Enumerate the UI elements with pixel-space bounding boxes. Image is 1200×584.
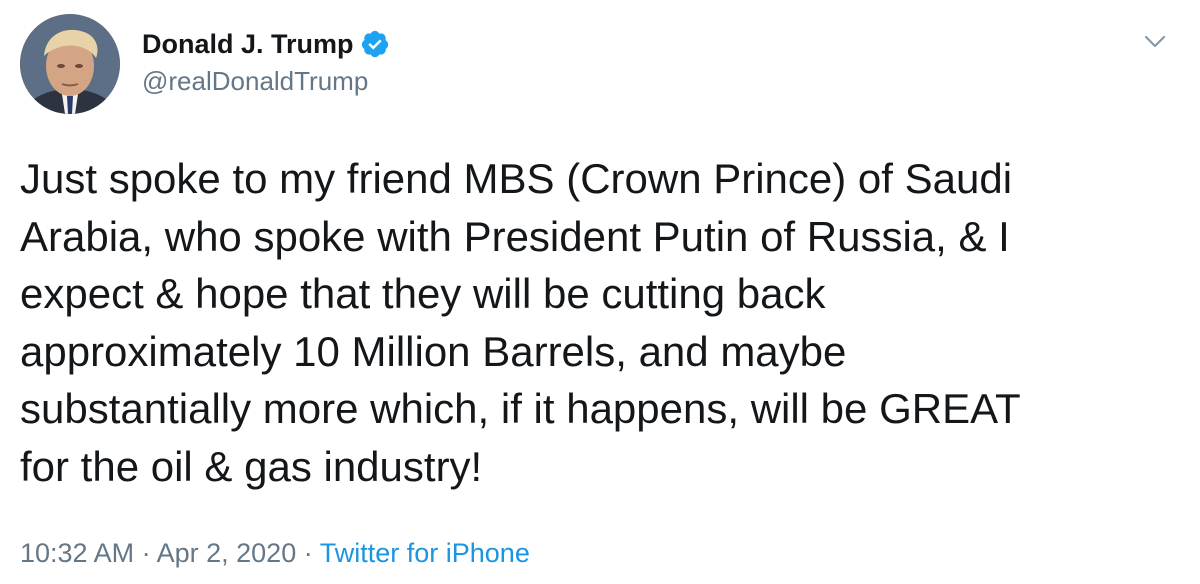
tweet-text: Just spoke to my friend MBS (Crown Princ…	[20, 155, 1021, 490]
tweet-meta: 10:32 AM · Apr 2, 2020 · Twitter for iPh…	[20, 538, 530, 569]
chevron-down-icon[interactable]	[1140, 26, 1170, 56]
tweet-card: Donald J. Trump @realDonaldTrump Just sp…	[0, 0, 1200, 584]
display-name[interactable]: Donald J. Trump	[142, 29, 354, 60]
avatar-image	[20, 14, 120, 114]
meta-separator: ·	[303, 538, 313, 568]
handle[interactable]: @realDonaldTrump	[142, 66, 368, 97]
tweet-date[interactable]: Apr 2, 2020	[157, 538, 297, 568]
tweet-time[interactable]: 10:32 AM	[20, 538, 134, 568]
tweet-source-link[interactable]: Twitter for iPhone	[320, 538, 530, 568]
avatar[interactable]	[20, 14, 120, 114]
verified-badge-icon	[360, 29, 390, 59]
author-name-row[interactable]: Donald J. Trump	[142, 26, 390, 62]
meta-separator: ·	[141, 538, 151, 568]
